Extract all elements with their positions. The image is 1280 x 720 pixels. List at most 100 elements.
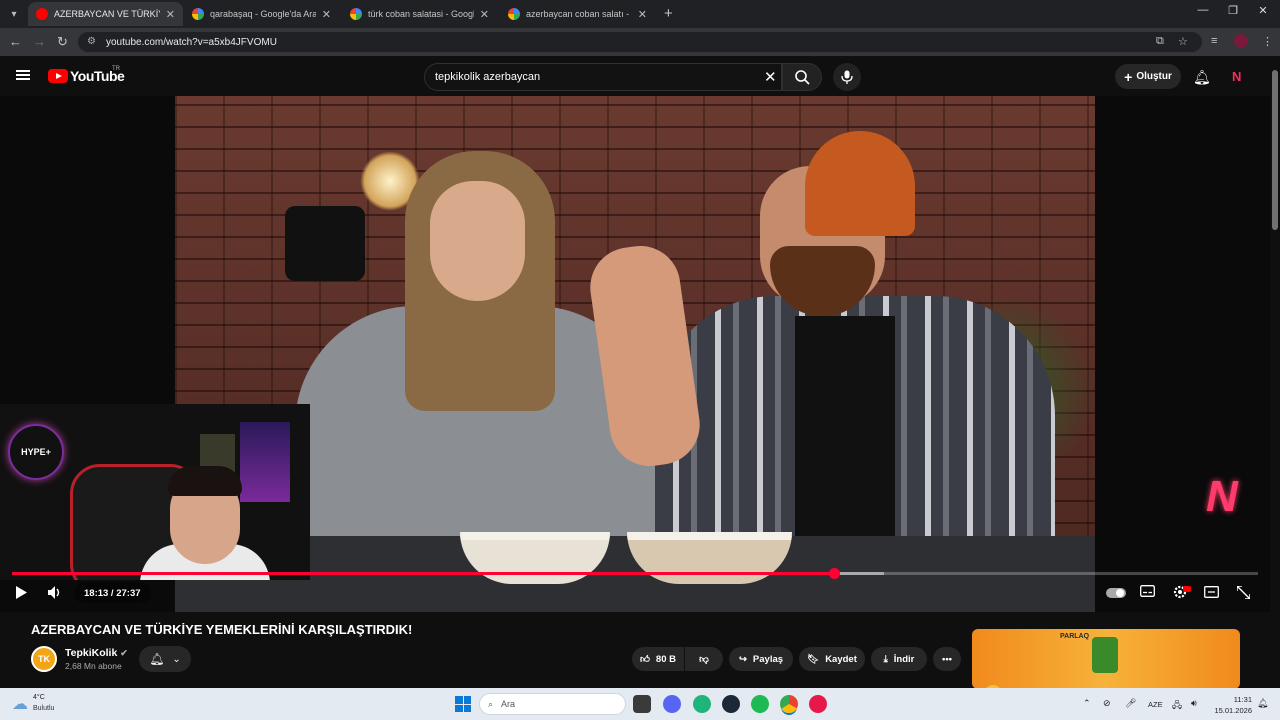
progress-played xyxy=(12,572,835,575)
search-value: tepkikolik azerbaycan xyxy=(435,71,541,83)
like-button[interactable]: 👍︎ 80 B xyxy=(632,647,684,671)
subtitles-button[interactable] xyxy=(1140,585,1155,600)
tab-title: türk coban salatasi - Google'da Ara xyxy=(368,9,474,19)
tray-overflow-icon[interactable]: ⌃ xyxy=(1083,698,1091,709)
scrollbar-thumb[interactable] xyxy=(1272,70,1278,230)
download-label: İndir xyxy=(893,653,915,665)
tab-title: AZERBAYCAN VE TÜRKİYE YEMEKLERİNİ xyxy=(54,9,160,19)
restore-button[interactable]: ❐ xyxy=(1218,4,1248,17)
clock-date: 15.01.2026 xyxy=(1214,706,1252,715)
taskbar-search[interactable]: ⌕ Ara xyxy=(479,693,626,715)
spotify-icon[interactable] xyxy=(751,695,769,713)
window-close-button[interactable]: ✕ xyxy=(1248,4,1278,17)
hype-badge-text: HYPE+ xyxy=(21,447,51,457)
dislike-button[interactable]: 👎︎ xyxy=(685,647,723,671)
time-text: 18:13 / 27:37 xyxy=(84,587,141,599)
close-icon[interactable]: ✕ xyxy=(480,8,489,21)
app-icon-red[interactable] xyxy=(809,695,827,713)
close-icon[interactable]: ✕ xyxy=(638,8,647,21)
fullscreen-button[interactable] xyxy=(1236,585,1251,602)
tab-google-1[interactable]: qarabaşaq - Google'da Ara ✕ xyxy=(184,2,339,26)
play-icon xyxy=(16,586,27,599)
url-text: youtube.com/watch?v=a5xb4JFVOMU xyxy=(106,36,277,48)
youtube-logo-icon[interactable] xyxy=(48,69,68,83)
woman-face xyxy=(430,181,525,301)
sidebar-ad-banner[interactable]: PARLAQ xyxy=(972,629,1240,689)
system-clock[interactable]: 11:31 15.01.2026 xyxy=(1212,694,1252,716)
play-button[interactable] xyxy=(15,586,27,602)
site-info-icon[interactable]: ⚙ xyxy=(87,36,96,47)
browser-menu-icon[interactable]: ⋮ xyxy=(1262,35,1273,48)
tab-google-3[interactable]: azerbaycan coban salatı - Google'da Ara … xyxy=(500,2,655,26)
steam-icon[interactable] xyxy=(722,695,740,713)
time-display: 18:13 / 27:37 xyxy=(74,583,151,603)
language-indicator[interactable]: AZE xyxy=(1148,700,1163,709)
create-label: Oluştur xyxy=(1136,71,1172,82)
save-button[interactable]: 🔖︎ Kaydet xyxy=(799,647,865,671)
windows-start-icon[interactable] xyxy=(455,696,471,712)
profile-avatar[interactable] xyxy=(1234,34,1248,48)
close-icon[interactable]: ✕ xyxy=(166,8,175,21)
reload-button[interactable]: ↻ xyxy=(57,34,68,50)
download-button[interactable]: ⤓ İndir xyxy=(871,647,927,671)
task-view-icon[interactable] xyxy=(633,695,651,713)
verified-icon: ✔ xyxy=(120,648,128,658)
volume-button[interactable] xyxy=(48,586,62,602)
subscription-bell-button[interactable]: 🔔︎ ⌄ xyxy=(139,646,191,672)
progress-bar[interactable] xyxy=(12,568,1258,579)
search-input[interactable]: tepkikolik azerbaycan xyxy=(424,63,782,91)
address-bar[interactable]: ⚙ youtube.com/watch?v=a5xb4JFVOMU xyxy=(78,32,1202,52)
notification-icon[interactable]: 🔔︎ xyxy=(1257,698,1268,709)
account-avatar[interactable]: N xyxy=(1232,69,1246,84)
create-button[interactable]: + Oluştur xyxy=(1115,64,1181,89)
more-horizontal-icon: ••• xyxy=(942,653,952,665)
cloud-icon[interactable]: ☁ xyxy=(12,694,28,714)
youtube-icon xyxy=(36,8,48,20)
ad-brand-text: PARLAQ xyxy=(1060,633,1090,640)
autoplay-toggle[interactable] xyxy=(1106,588,1126,598)
miniplayer-button[interactable] xyxy=(1204,586,1219,601)
network-icon[interactable]: 🖧︎ xyxy=(1172,698,1182,714)
app-icon[interactable] xyxy=(693,695,711,713)
weather-temperature: 4°C xyxy=(33,694,45,701)
ad-product-image xyxy=(1092,637,1118,673)
clear-search-icon[interactable]: ✕ xyxy=(764,68,777,86)
share-label: Paylaş xyxy=(752,653,784,665)
media-controls-icon[interactable]: ≡ xyxy=(1211,35,1217,47)
search-button[interactable] xyxy=(782,63,822,91)
tab-title: qarabaşaq - Google'da Ara xyxy=(210,9,316,19)
tab-google-2[interactable]: türk coban salatasi - Google'da Ara ✕ xyxy=(342,2,497,26)
channel-avatar[interactable]: TK xyxy=(31,646,57,672)
notifications-bell-icon[interactable]: 🔔︎ xyxy=(1193,69,1211,86)
back-button[interactable]: ← xyxy=(9,34,22,49)
hamburger-menu-icon[interactable] xyxy=(16,70,30,80)
thumbs-down-icon: 👎︎ xyxy=(699,654,709,665)
forward-button[interactable]: → xyxy=(33,34,46,49)
subscriber-count: 2,68 Mn abone xyxy=(65,661,122,671)
more-actions-button[interactable]: ••• xyxy=(933,647,961,671)
tab-search-button[interactable]: ▾ xyxy=(4,4,24,24)
tab-youtube[interactable]: AZERBAYCAN VE TÜRKİYE YEMEKLERİNİ ✕ xyxy=(28,2,183,26)
channel-name-text: TepkiKolik xyxy=(65,647,118,659)
install-app-icon[interactable]: ⧉ xyxy=(1156,35,1164,48)
new-tab-button[interactable]: + xyxy=(664,5,673,22)
channel-initials: TK xyxy=(38,654,50,664)
minimize-button[interactable]: — xyxy=(1188,4,1218,16)
video-title: AZERBAYCAN VE TÜRKİYE YEMEKLERİNİ KARŞIL… xyxy=(31,622,413,637)
video-frame[interactable] xyxy=(175,96,1095,612)
speaker-icon[interactable]: 🔊︎ xyxy=(1191,698,1197,709)
download-icon: ⤓ xyxy=(883,653,888,665)
microphone-icon[interactable]: 🎤︎ xyxy=(1125,698,1136,709)
bookmark-star-icon[interactable]: ☆ xyxy=(1178,35,1188,48)
region-code: TR xyxy=(112,66,120,72)
voice-search-button[interactable] xyxy=(833,63,861,91)
google-icon xyxy=(192,8,204,20)
tray-icon[interactable]: ⊘ xyxy=(1103,698,1111,709)
chrome-icon[interactable] xyxy=(780,695,798,713)
close-icon[interactable]: ✕ xyxy=(322,8,331,21)
channel-name[interactable]: TepkiKolik ✔ xyxy=(65,647,128,659)
channel-watermark-logo[interactable]: N xyxy=(1206,472,1238,522)
weather-condition: Bulutlu xyxy=(33,705,55,712)
share-button[interactable]: ↪ Paylaş xyxy=(729,647,793,671)
discord-icon[interactable] xyxy=(663,695,681,713)
